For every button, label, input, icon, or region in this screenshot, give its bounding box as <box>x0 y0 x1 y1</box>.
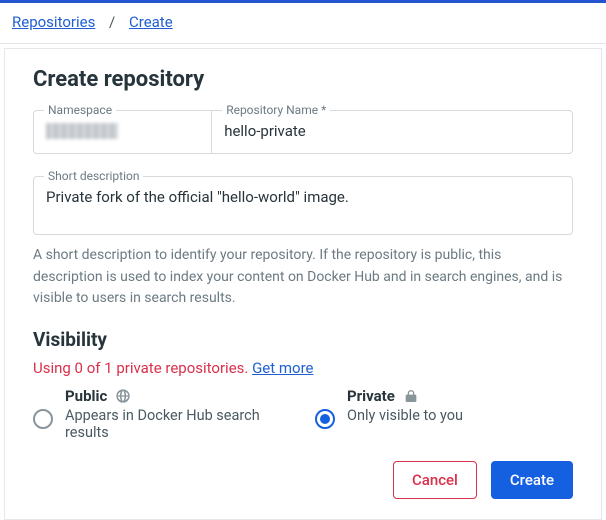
short-description-input[interactable] <box>34 177 572 234</box>
breadcrumb-separator: / <box>109 13 115 31</box>
repo-name-label: Repository Name * <box>222 103 330 117</box>
create-button[interactable]: Create <box>491 461 573 499</box>
form-actions: Cancel Create <box>33 461 573 499</box>
namespace-label: Namespace <box>44 103 116 117</box>
short-description-helper: A short description to identify your rep… <box>33 245 573 310</box>
private-sublabel: Only visible to you <box>347 407 463 424</box>
namespace-field[interactable]: Namespace <box>33 110 211 154</box>
public-radio[interactable] <box>33 409 53 429</box>
repo-name-field: Repository Name * <box>211 110 573 154</box>
repo-name-input[interactable] <box>212 111 572 151</box>
name-row: Namespace Repository Name * <box>33 110 573 154</box>
lock-icon <box>403 388 419 404</box>
private-radio[interactable] <box>315 409 335 429</box>
usage-text: Using 0 of 1 private repositories. <box>33 359 252 377</box>
visibility-public-option[interactable]: Public Appears in Docker Hub search resu… <box>33 387 291 441</box>
page-title: Create repository <box>33 67 573 92</box>
globe-icon <box>115 388 131 404</box>
private-label: Private <box>347 387 395 405</box>
create-repo-panel: Create repository Namespace Repository N… <box>4 48 602 520</box>
breadcrumb: Repositories / Create <box>0 3 606 44</box>
short-description-field: Short description <box>33 176 573 235</box>
visibility-private-option[interactable]: Private Only visible to you <box>315 387 573 441</box>
visibility-heading: Visibility <box>33 328 573 351</box>
get-more-link[interactable]: Get more <box>252 359 313 377</box>
breadcrumb-repositories-link[interactable]: Repositories <box>12 13 95 31</box>
visibility-options: Public Appears in Docker Hub search resu… <box>33 387 573 441</box>
public-sublabel: Appears in Docker Hub search results <box>65 407 291 441</box>
short-description-label: Short description <box>44 169 143 183</box>
cancel-button[interactable]: Cancel <box>393 461 477 499</box>
breadcrumb-create-link[interactable]: Create <box>129 13 173 31</box>
public-label: Public <box>65 387 107 405</box>
private-repo-usage: Using 0 of 1 private repositories. Get m… <box>33 359 573 377</box>
namespace-value-redacted <box>46 123 118 139</box>
